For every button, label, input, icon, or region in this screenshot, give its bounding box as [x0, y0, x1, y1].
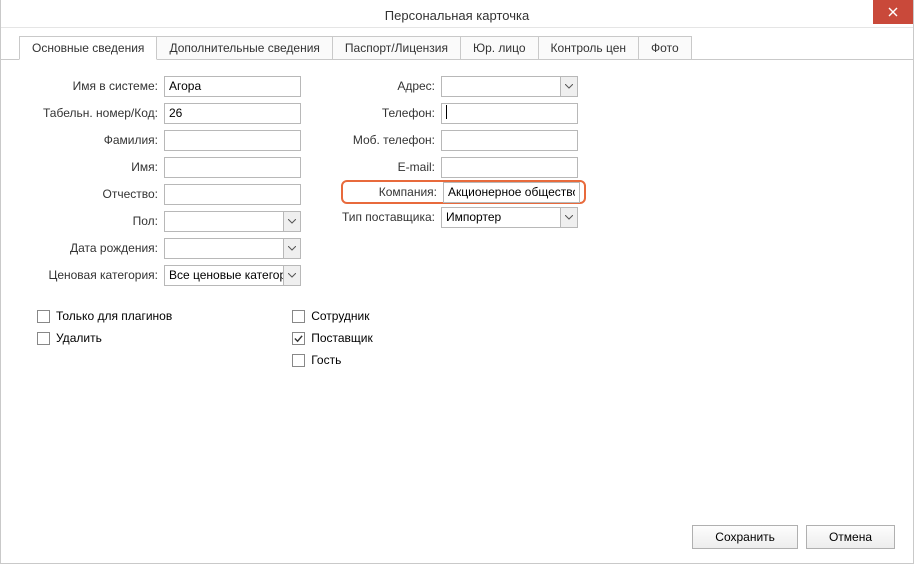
chevron-down-icon: [283, 212, 300, 231]
close-button[interactable]: [873, 0, 913, 24]
check-plugins-only-label: Только для плагинов: [56, 309, 172, 323]
row-phone: Телефон:: [341, 101, 582, 125]
row-gender: Пол:: [19, 209, 301, 233]
footer-buttons: Сохранить Отмена: [692, 525, 895, 549]
input-surname[interactable]: [164, 130, 301, 151]
combo-supplier-type[interactable]: Импортер: [441, 207, 578, 228]
row-tab-number: Табельн. номер/Код:: [19, 101, 301, 125]
combo-gender[interactable]: [164, 211, 301, 232]
label-company: Компания:: [343, 185, 443, 199]
label-name: Имя:: [19, 160, 164, 174]
tab-photo[interactable]: Фото: [638, 36, 692, 60]
chevron-down-icon: [283, 266, 300, 285]
close-icon: [888, 7, 898, 17]
form-area: Имя в системе: Табельн. номер/Код: Фамил…: [1, 60, 913, 367]
tab-legal[interactable]: Юр. лицо: [460, 36, 539, 60]
combo-price-category[interactable]: Все ценовые категории: [164, 265, 301, 286]
chevron-down-icon: [560, 208, 577, 227]
check-employee[interactable]: Сотрудник: [292, 309, 373, 323]
input-company[interactable]: [443, 182, 580, 203]
label-mobile: Моб. телефон:: [341, 133, 441, 147]
title-bar: Персональная карточка: [1, 0, 913, 28]
label-email: E-mail:: [341, 160, 441, 174]
combo-price-category-text: Все ценовые категории: [169, 268, 283, 282]
tab-main-info[interactable]: Основные сведения: [19, 36, 157, 60]
row-company: Компания:: [341, 180, 586, 204]
checkbox-icon: [37, 310, 50, 323]
row-address: Адрес:: [341, 74, 582, 98]
label-address: Адрес:: [341, 79, 441, 93]
cancel-button[interactable]: Отмена: [806, 525, 895, 549]
checkbox-icon: [37, 332, 50, 345]
checkbox-icon: [292, 310, 305, 323]
row-surname: Фамилия:: [19, 128, 301, 152]
text-cursor: [446, 105, 447, 119]
check-supplier-label: Поставщик: [311, 331, 373, 345]
checks-left: Только для плагинов Удалить: [37, 309, 172, 367]
right-column: Адрес: Телефон: Моб. телефон: E-mail:: [341, 74, 582, 287]
input-patronymic[interactable]: [164, 184, 301, 205]
check-delete-label: Удалить: [56, 331, 102, 345]
row-email: E-mail:: [341, 155, 582, 179]
label-surname: Фамилия:: [19, 133, 164, 147]
row-system-name: Имя в системе:: [19, 74, 301, 98]
check-delete[interactable]: Удалить: [37, 331, 172, 345]
check-supplier[interactable]: Поставщик: [292, 331, 373, 345]
label-patronymic: Отчество:: [19, 187, 164, 201]
label-price-category: Ценовая категория:: [19, 268, 164, 282]
checkbox-area: Только для плагинов Удалить Сотрудник По…: [37, 309, 895, 367]
checkbox-icon: [292, 354, 305, 367]
form-columns: Имя в системе: Табельн. номер/Код: Фамил…: [19, 74, 895, 287]
combo-birth-date[interactable]: [164, 238, 301, 259]
row-supplier-type: Тип поставщика: Импортер: [341, 205, 582, 229]
label-phone: Телефон:: [341, 106, 441, 120]
input-tab-number[interactable]: [164, 103, 301, 124]
window-title: Персональная карточка: [385, 8, 529, 23]
label-supplier-type: Тип поставщика:: [341, 210, 441, 224]
left-column: Имя в системе: Табельн. номер/Код: Фамил…: [19, 74, 301, 287]
label-gender: Пол:: [19, 214, 164, 228]
row-mobile: Моб. телефон:: [341, 128, 582, 152]
chevron-down-icon: [560, 77, 577, 96]
combo-address[interactable]: [441, 76, 578, 97]
label-birth-date: Дата рождения:: [19, 241, 164, 255]
checks-right: Сотрудник Поставщик Гость: [292, 309, 373, 367]
tab-bar: Основные сведения Дополнительные сведени…: [19, 36, 913, 60]
input-phone[interactable]: [441, 103, 578, 124]
row-name: Имя:: [19, 155, 301, 179]
check-guest[interactable]: Гость: [292, 353, 373, 367]
input-mobile[interactable]: [441, 130, 578, 151]
row-birth-date: Дата рождения:: [19, 236, 301, 260]
input-name[interactable]: [164, 157, 301, 178]
combo-supplier-type-text: Импортер: [446, 210, 560, 224]
input-system-name[interactable]: [164, 76, 301, 97]
checkbox-checked-icon: [292, 332, 305, 345]
label-tab-number: Табельн. номер/Код:: [19, 106, 164, 120]
tab-price-control[interactable]: Контроль цен: [538, 36, 640, 60]
row-price-category: Ценовая категория: Все ценовые категории: [19, 263, 301, 287]
tab-additional-info[interactable]: Дополнительные сведения: [156, 36, 332, 60]
chevron-down-icon: [283, 239, 300, 258]
row-patronymic: Отчество:: [19, 182, 301, 206]
check-plugins-only[interactable]: Только для плагинов: [37, 309, 172, 323]
check-guest-label: Гость: [311, 353, 341, 367]
input-email[interactable]: [441, 157, 578, 178]
check-employee-label: Сотрудник: [311, 309, 369, 323]
tab-passport[interactable]: Паспорт/Лицензия: [332, 36, 461, 60]
dialog-window: Персональная карточка Основные сведения …: [0, 0, 914, 564]
save-button[interactable]: Сохранить: [692, 525, 798, 549]
label-system-name: Имя в системе:: [19, 79, 164, 93]
